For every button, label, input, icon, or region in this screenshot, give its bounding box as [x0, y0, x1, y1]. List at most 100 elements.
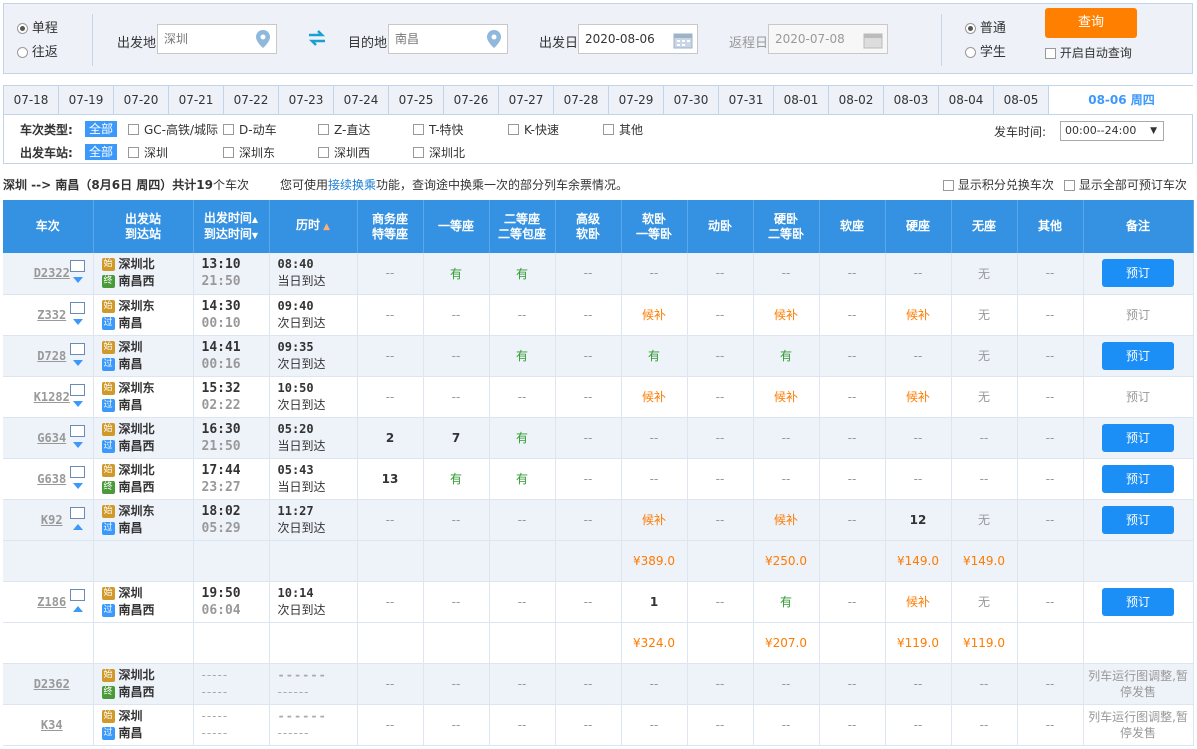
seat-availability[interactable]: 有 [489, 253, 556, 295]
date-tab[interactable]: 07-30 [664, 86, 719, 115]
collapse-arrow-icon[interactable] [72, 605, 83, 612]
station-option[interactable]: 深圳 [128, 144, 168, 161]
from-station-name[interactable]: 深圳东 [119, 299, 155, 313]
seat-availability[interactable]: 1 [621, 581, 688, 623]
seat-availability[interactable]: 候补 [753, 499, 820, 541]
to-station-name[interactable]: 南昌西 [119, 685, 155, 699]
train-info-icon[interactable] [69, 383, 85, 396]
train-type-option[interactable]: K-快速 [508, 121, 559, 138]
seat-availability[interactable]: 有 [753, 581, 820, 623]
seat-availability[interactable]: 有 [621, 335, 688, 377]
date-tab[interactable]: 07-21 [169, 86, 224, 115]
swap-icon[interactable] [307, 30, 327, 46]
expand-arrow-icon[interactable] [72, 441, 83, 448]
book-button[interactable]: 预订 [1102, 423, 1174, 452]
seat-availability[interactable]: 有 [489, 417, 556, 459]
book-button[interactable]: 预订 [1102, 341, 1174, 370]
show-points-checkbox[interactable]: 显示积分兑换车次 [943, 176, 1054, 193]
passenger-student[interactable]: 学生 [965, 41, 1006, 60]
seat-availability[interactable]: 有 [489, 335, 556, 377]
train-code[interactable]: K92 [41, 513, 63, 527]
station-option[interactable]: 深圳东 [223, 144, 275, 161]
seat-availability[interactable]: 候补 [621, 499, 688, 541]
column-header[interactable]: 出发时间▲ 到达时间▼ [193, 200, 270, 253]
from-station-name[interactable]: 深圳 [119, 586, 143, 600]
train-info-icon[interactable] [69, 506, 85, 519]
date-tab[interactable]: 07-25 [389, 86, 444, 115]
train-code[interactable]: Z186 [37, 595, 66, 609]
seat-availability[interactable]: 7 [423, 417, 490, 459]
to-station-name[interactable]: 南昌西 [119, 274, 155, 288]
from-station-name[interactable]: 深圳东 [119, 381, 155, 395]
from-station-name[interactable]: 深圳北 [119, 668, 155, 682]
to-station-name[interactable]: 南昌 [119, 357, 143, 371]
train-code[interactable]: G634 [37, 431, 66, 445]
to-station-name[interactable]: 南昌西 [119, 439, 155, 453]
from-station-name[interactable]: 深圳北 [119, 463, 155, 477]
seat-availability[interactable]: 有 [423, 253, 490, 295]
from-station-name[interactable]: 深圳北 [119, 422, 155, 436]
date-tab[interactable]: 07-23 [279, 86, 334, 115]
train-code[interactable]: D2322 [34, 266, 70, 280]
transfer-link[interactable]: 接续换乘 [328, 178, 376, 192]
date-tab[interactable]: 07-19 [59, 86, 114, 115]
from-station-name[interactable]: 深圳东 [119, 504, 155, 518]
seat-availability[interactable]: 候补 [885, 294, 952, 336]
train-type-option[interactable]: GC-高铁/城际 [128, 121, 218, 138]
station-all[interactable]: 全部 [85, 144, 118, 160]
seat-availability[interactable]: 候补 [621, 376, 688, 418]
date-tab[interactable]: 07-29 [609, 86, 664, 115]
show-all-checkbox[interactable]: 显示全部可预订车次 [1064, 176, 1187, 193]
expand-arrow-icon[interactable] [72, 359, 83, 366]
train-info-icon[interactable] [69, 301, 85, 314]
date-tab[interactable]: 07-24 [334, 86, 389, 115]
from-station-name[interactable]: 深圳 [119, 340, 143, 354]
from-station-name[interactable]: 深圳 [119, 709, 143, 723]
train-code[interactable]: G638 [37, 472, 66, 486]
passenger-normal[interactable]: 普通 [965, 17, 1006, 36]
book-button[interactable]: 预订 [1102, 259, 1174, 288]
date-input[interactable]: 2020-08-06 [578, 24, 698, 54]
to-station-name[interactable]: 南昌 [119, 521, 143, 535]
seat-availability[interactable]: 有 [423, 458, 490, 500]
seat-availability[interactable]: 候补 [753, 294, 820, 336]
date-tab[interactable]: 07-20 [114, 86, 169, 115]
date-tab-current[interactable]: 08-06 周四 [1049, 86, 1194, 115]
from-input[interactable]: 深圳 [157, 24, 277, 54]
train-type-option[interactable]: 其他 [603, 121, 643, 138]
book-button[interactable]: 预订 [1102, 587, 1174, 616]
seat-availability[interactable]: 候补 [885, 376, 952, 418]
expand-arrow-icon[interactable] [72, 318, 83, 325]
date-tab[interactable]: 08-03 [884, 86, 939, 115]
seat-availability[interactable]: 13 [357, 458, 424, 500]
book-button[interactable]: 预订 [1102, 464, 1174, 493]
train-type-option[interactable]: T-特快 [413, 121, 464, 138]
seat-availability[interactable]: 2 [357, 417, 424, 459]
date-tab[interactable]: 08-05 [994, 86, 1049, 115]
station-option[interactable]: 深圳西 [318, 144, 370, 161]
book-button[interactable]: 预订 [1102, 505, 1174, 534]
to-station-name[interactable]: 南昌 [119, 316, 143, 330]
train-code[interactable]: D728 [37, 349, 66, 363]
trip-roundtrip[interactable]: 往返 [17, 41, 58, 60]
date-tab[interactable]: 08-04 [939, 86, 994, 115]
date-tab[interactable]: 07-18 [4, 86, 59, 115]
train-code[interactable]: D2362 [34, 677, 70, 691]
to-input[interactable]: 南昌 [388, 24, 508, 54]
seat-availability[interactable]: 候补 [885, 581, 952, 623]
date-tab[interactable]: 07-22 [224, 86, 279, 115]
return-date-input[interactable]: 2020-07-08 [768, 24, 888, 54]
train-info-icon[interactable] [69, 465, 85, 478]
collapse-arrow-icon[interactable] [72, 523, 83, 530]
train-info-icon[interactable] [69, 342, 85, 355]
train-type-option[interactable]: D-动车 [223, 121, 277, 138]
expand-arrow-icon[interactable] [72, 400, 83, 407]
date-tab[interactable]: 07-28 [554, 86, 609, 115]
auto-query-checkbox[interactable]: 开启自动查询 [1045, 44, 1132, 61]
date-tab[interactable]: 07-31 [719, 86, 774, 115]
date-tab[interactable]: 07-27 [499, 86, 554, 115]
train-code[interactable]: K34 [41, 718, 63, 732]
train-info-icon[interactable] [69, 424, 85, 437]
query-button[interactable]: 查询 [1045, 8, 1137, 38]
date-tab[interactable]: 08-02 [829, 86, 884, 115]
